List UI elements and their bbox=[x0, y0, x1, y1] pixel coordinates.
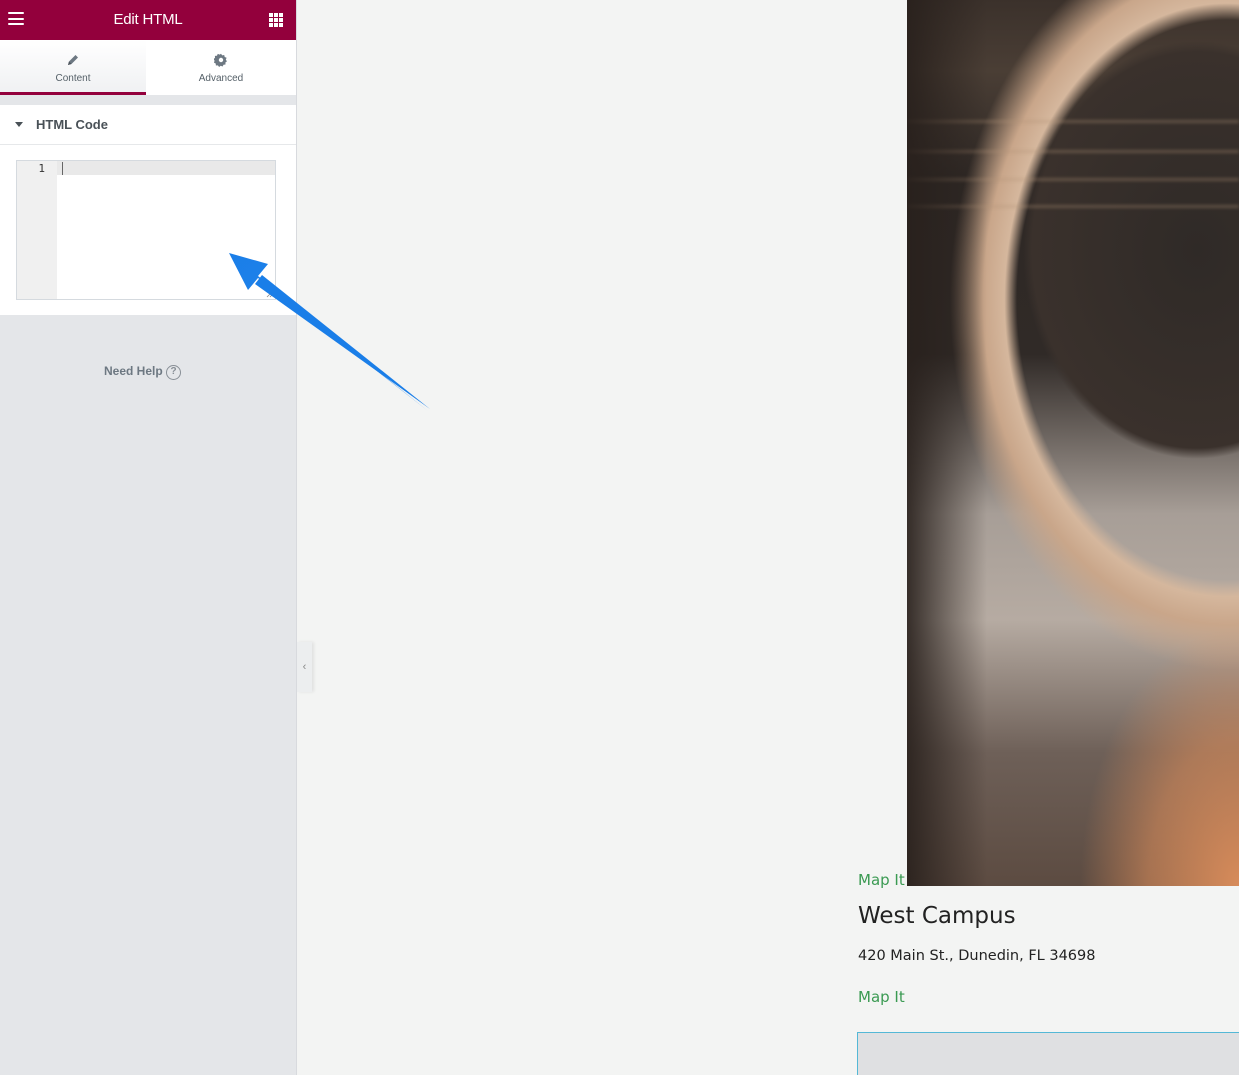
active-line-highlight bbox=[57, 161, 275, 175]
tab-content-label: Content bbox=[55, 73, 91, 84]
map-embed[interactable] bbox=[857, 1032, 1239, 1075]
panel-tabs: Content Advanced bbox=[0, 40, 296, 95]
line-number: 1 bbox=[38, 162, 45, 175]
campus-address: 420 Main St., Dunedin, FL 34698 bbox=[858, 948, 1096, 964]
need-help-link[interactable]: Need Help bbox=[104, 364, 163, 378]
section-title: HTML Code bbox=[36, 117, 108, 132]
caret-down-icon bbox=[15, 122, 23, 127]
panel-header: Edit HTML bbox=[0, 0, 296, 40]
html-code-editor[interactable]: 1 bbox=[16, 160, 276, 300]
editor-panel: Edit HTML Content Advanced HTML Code 1 N… bbox=[0, 0, 297, 1075]
pencil-icon bbox=[68, 55, 78, 65]
html-code-section: 1 bbox=[0, 145, 296, 315]
tab-advanced-label: Advanced bbox=[198, 73, 244, 84]
resize-grip-icon[interactable] bbox=[266, 290, 274, 298]
question-circle-icon[interactable]: ? bbox=[166, 365, 181, 380]
guitar-photo bbox=[907, 0, 1239, 886]
map-it-link[interactable]: Map It bbox=[858, 988, 905, 1006]
html-code-section-toggle[interactable]: HTML Code bbox=[0, 105, 296, 145]
text-cursor bbox=[62, 162, 63, 175]
panel-title: Edit HTML bbox=[113, 11, 183, 28]
tab-content[interactable]: Content bbox=[0, 40, 146, 95]
map-it-link[interactable]: Map It bbox=[858, 871, 905, 889]
gear-icon bbox=[214, 53, 227, 67]
campus-name: West Campus bbox=[858, 903, 1016, 929]
tab-advanced[interactable]: Advanced bbox=[146, 40, 296, 95]
collapse-panel-button[interactable]: ‹ bbox=[297, 642, 312, 692]
line-number-gutter: 1 bbox=[17, 161, 57, 299]
widgets-grid-icon[interactable] bbox=[269, 13, 283, 27]
